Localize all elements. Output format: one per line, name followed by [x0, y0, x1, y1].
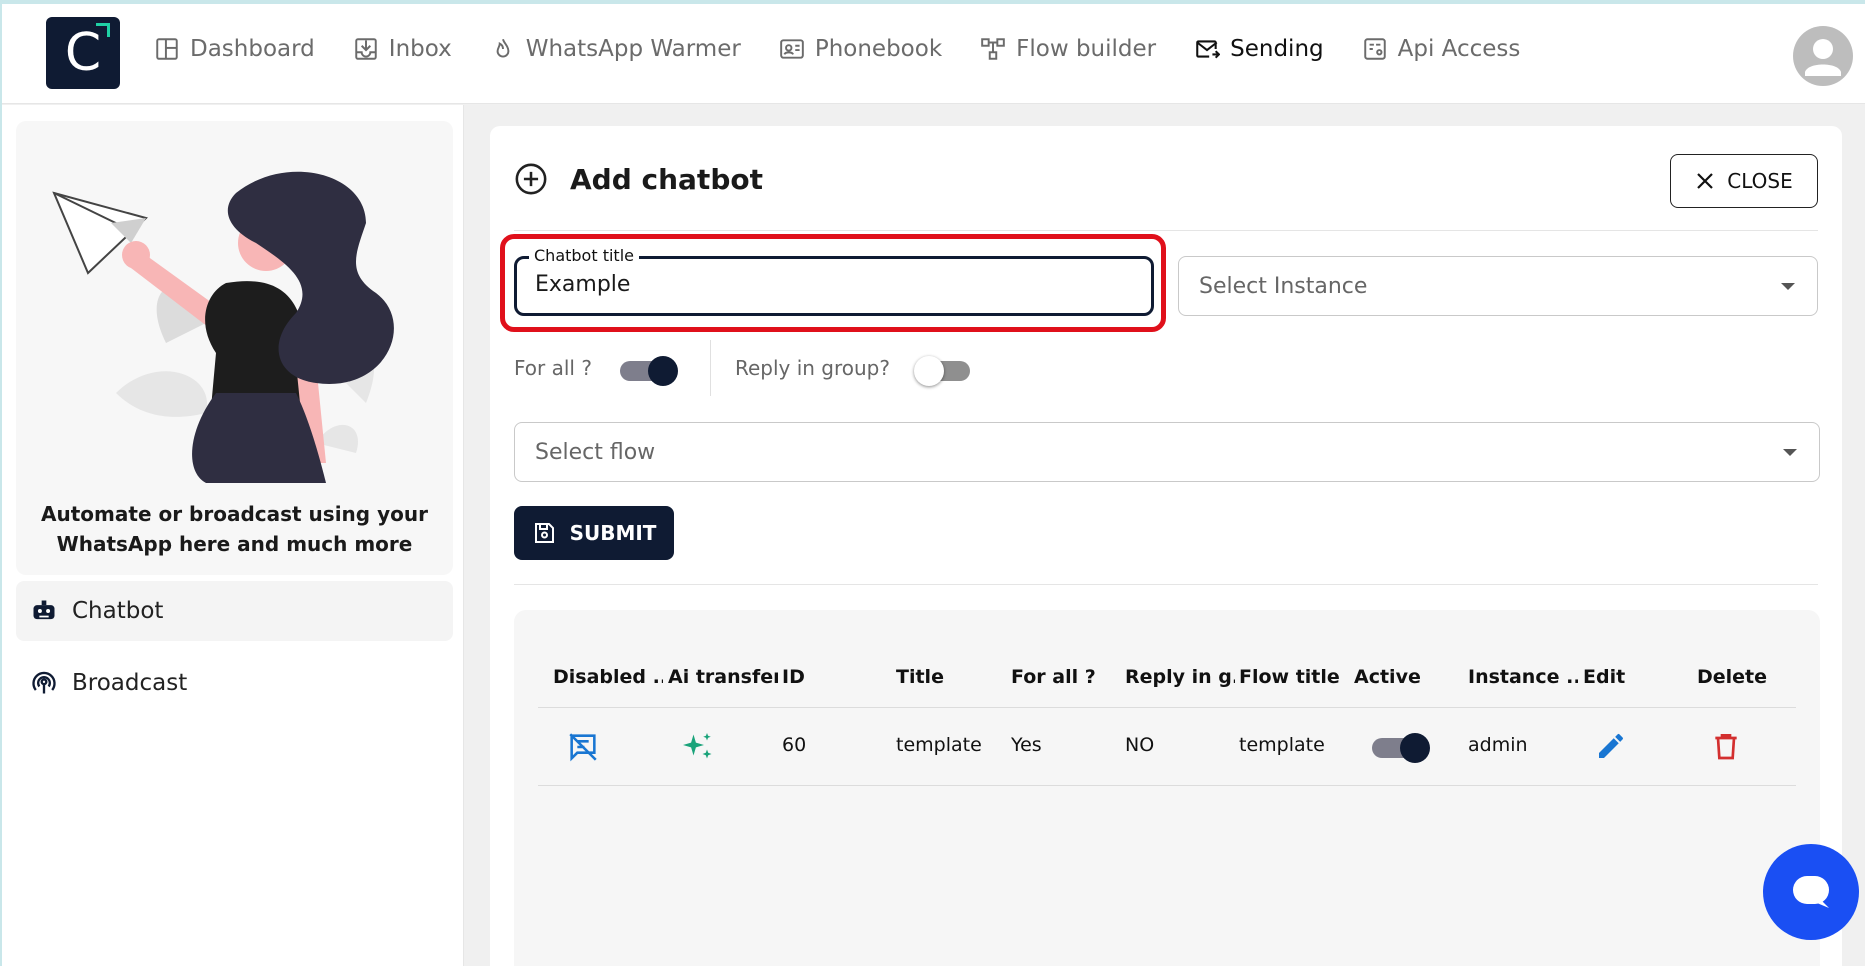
- promo-card: Automate or broadcast using your WhatsAp…: [16, 121, 453, 575]
- close-icon: [1697, 173, 1714, 189]
- for-all-label: For all ?: [514, 356, 592, 380]
- for-all-toggle-thumb: [647, 356, 678, 386]
- chevron-down-icon: [1781, 283, 1795, 290]
- nav-dashboard[interactable]: Dashboard: [154, 36, 315, 62]
- th-disabled[interactable]: Disabled ...: [553, 666, 663, 688]
- flame-icon: [496, 38, 510, 58]
- th-edit[interactable]: Edit: [1583, 666, 1693, 688]
- table-row: 60 template Yes NO template admin: [538, 708, 1796, 786]
- cell-reply-in-group: NO: [1125, 734, 1155, 756]
- nav-dashboard-label: Dashboard: [190, 36, 315, 62]
- nav-inbox-label: Inbox: [388, 36, 452, 62]
- robot-icon: [33, 600, 55, 620]
- promo-illustration: [52, 171, 394, 483]
- cell-flow-title: template: [1239, 734, 1325, 756]
- chevron-down-icon: [1783, 449, 1797, 456]
- sidebar-item-chatbot-label: Chatbot: [72, 598, 164, 624]
- nav-phonebook-label: Phonebook: [814, 36, 943, 62]
- toggle-row: For all ? Reply in group?: [514, 340, 974, 396]
- chatbot-title-input[interactable]: [535, 272, 1135, 297]
- panel-header: Add chatbot: [514, 162, 763, 196]
- submit-button-label: SUBMIT: [569, 521, 657, 545]
- form-divider: [514, 584, 1818, 585]
- delete-icon[interactable]: [1710, 730, 1742, 766]
- chatbot-table: Disabled ... Ai transfer ID Title For al…: [514, 610, 1820, 966]
- active-toggle[interactable]: [1372, 730, 1430, 763]
- chatbot-title-field[interactable]: Chatbot title: [514, 246, 1154, 316]
- sidebar: Automate or broadcast using your WhatsAp…: [2, 105, 464, 966]
- th-title[interactable]: Title: [896, 666, 1006, 688]
- reply-in-group-toggle-thumb: [914, 356, 944, 386]
- for-all-toggle[interactable]: [619, 353, 678, 386]
- th-id[interactable]: ID: [782, 666, 892, 688]
- save-icon: [534, 523, 554, 543]
- plus-circle-icon: [515, 163, 547, 195]
- panel-title: Add chatbot: [570, 162, 763, 196]
- cell-title: template: [896, 734, 982, 756]
- cell-for-all: Yes: [1011, 734, 1042, 756]
- active-toggle-thumb: [1400, 733, 1430, 763]
- app-logo[interactable]: C: [46, 17, 120, 89]
- dashboard-icon: [156, 38, 178, 60]
- mail-send-icon: [1196, 40, 1221, 59]
- select-instance-placeholder: Select Instance: [1199, 273, 1368, 299]
- reply-in-group-toggle[interactable]: [914, 353, 974, 386]
- th-delete[interactable]: Delete: [1697, 666, 1807, 688]
- nav-whatsapp-warmer-label: WhatsApp Warmer: [525, 36, 741, 62]
- th-flow-title[interactable]: Flow title: [1239, 666, 1349, 688]
- nav-sending-label: Sending: [1230, 36, 1324, 62]
- cell-id: 60: [782, 734, 807, 756]
- user-avatar[interactable]: [1793, 26, 1853, 86]
- sidebar-item-broadcast[interactable]: Broadcast: [16, 653, 453, 713]
- api-icon: [1363, 38, 1386, 60]
- submit-button[interactable]: SUBMIT: [514, 506, 674, 560]
- sidebar-item-broadcast-label: Broadcast: [72, 670, 188, 696]
- disabled-chat-icon[interactable]: [566, 730, 600, 768]
- th-active[interactable]: Active: [1354, 666, 1464, 688]
- logo-arrow-icon: [96, 23, 110, 37]
- add-chatbot-panel: Add chatbot CLOSE Chatbot title Select I…: [490, 126, 1842, 966]
- inbox-icon: [355, 38, 377, 60]
- nav-whatsapp-warmer[interactable]: WhatsApp Warmer: [490, 36, 741, 62]
- nav-flow-builder[interactable]: Flow builder: [980, 36, 1156, 62]
- th-reply-in-group[interactable]: Reply in g...: [1125, 666, 1235, 688]
- toggle-divider: [709, 340, 711, 396]
- close-button-label: CLOSE: [1727, 169, 1793, 193]
- nav-flow-builder-label: Flow builder: [1016, 36, 1157, 62]
- th-for-all[interactable]: For all ?: [1011, 666, 1121, 688]
- flow-icon: [981, 38, 1005, 60]
- select-instance-dropdown[interactable]: Select Instance: [1178, 256, 1818, 316]
- user-icon: [1805, 39, 1841, 76]
- contact-card-icon: [780, 39, 804, 59]
- th-ai-transfer[interactable]: Ai transfer: [668, 666, 778, 688]
- nav-api-access[interactable]: Api Access: [1362, 36, 1521, 62]
- ai-sparkle-icon[interactable]: [680, 730, 716, 770]
- reply-in-group-label: Reply in group?: [734, 356, 890, 380]
- sidebar-item-chatbot[interactable]: Chatbot: [16, 581, 453, 641]
- promo-text-line1: Automate or broadcast using your: [41, 502, 428, 526]
- close-button[interactable]: CLOSE: [1670, 154, 1818, 208]
- nav-sending[interactable]: Sending: [1194, 36, 1324, 62]
- select-flow-dropdown[interactable]: Select flow: [514, 422, 1820, 482]
- edit-icon[interactable]: [1595, 730, 1627, 766]
- main-nav: Dashboard Inbox WhatsApp Warmer Phoneboo…: [154, 36, 1520, 62]
- th-instance[interactable]: Instance ...: [1468, 666, 1578, 688]
- chatbot-title-label: Chatbot title: [529, 246, 639, 265]
- table-header: Disabled ... Ai transfer ID Title For al…: [538, 650, 1796, 708]
- chat-bubble-icon: [1793, 876, 1829, 908]
- top-nav-bar: C Dashboard Inbox WhatsApp Warmer Phoneb…: [2, 4, 1865, 104]
- broadcast-icon: [32, 671, 56, 694]
- promo-text: Automate or broadcast using your WhatsAp…: [16, 499, 453, 559]
- nav-inbox[interactable]: Inbox: [353, 36, 452, 62]
- cell-instance: admin: [1468, 734, 1528, 756]
- promo-text-line2: WhatsApp here and much more: [56, 532, 413, 556]
- nav-phonebook[interactable]: Phonebook: [779, 36, 942, 62]
- select-flow-placeholder: Select flow: [535, 439, 656, 465]
- chat-support-button[interactable]: [1763, 844, 1859, 940]
- header-divider: [514, 230, 1818, 231]
- nav-api-access-label: Api Access: [1397, 36, 1521, 62]
